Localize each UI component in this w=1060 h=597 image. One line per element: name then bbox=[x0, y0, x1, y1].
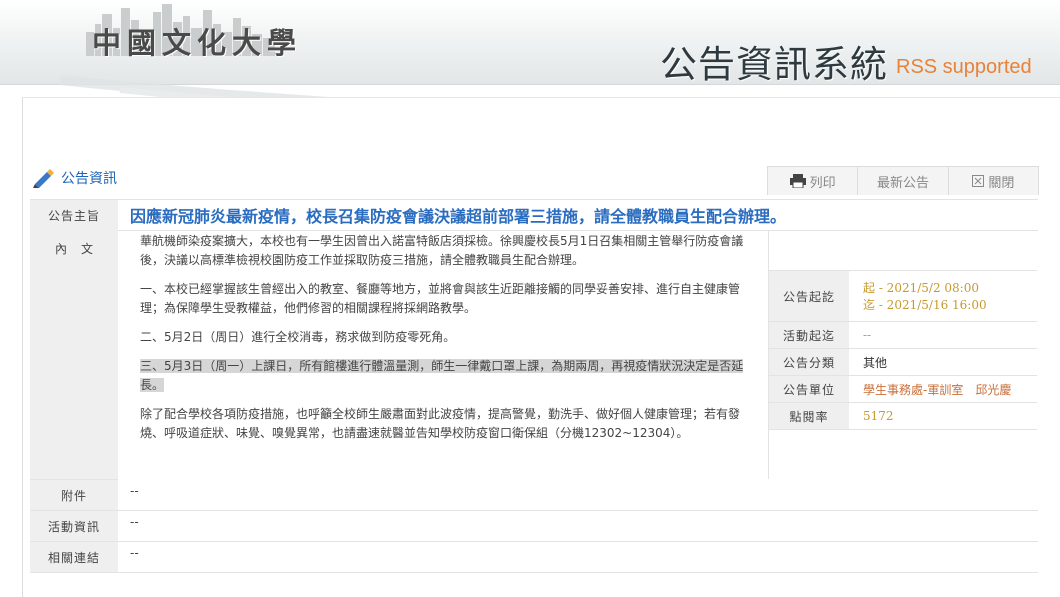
meta-row-activity: 活動起迄 -- bbox=[769, 322, 1037, 349]
close-label: 關閉 bbox=[988, 175, 1015, 191]
announcement-title: 因應新冠肺炎最新疫情，校長召集防疫會議決議超前部署三措施，請全體教職員生配合辦理… bbox=[130, 207, 787, 226]
body-paragraph: 二、5月2日（周日）進行全校消毒，務求做到防疫零死角。 bbox=[140, 330, 456, 344]
print-button[interactable]: 列印 bbox=[768, 167, 857, 195]
activity-info-value: -- bbox=[130, 515, 139, 529]
pencil-icon bbox=[33, 169, 54, 188]
activity-period-value: -- bbox=[863, 328, 872, 342]
meta-row-unit: 公告單位 學生事務處-軍訓室 邱光慶 bbox=[769, 376, 1037, 403]
activity-info-label: 活動資訊 bbox=[30, 511, 118, 541]
topic-label: 公告主旨 bbox=[30, 200, 118, 230]
body-paragraph: 華航機師染疫案擴大，本校也有一學生因曾出入諾富特飯店須採檢。徐興慶校長5月1日召… bbox=[140, 234, 744, 267]
highlighted-text: 三、5月3日（周一）上課日，所有館樓進行體溫量測，師生一律戴口罩上課，為期兩周，… bbox=[140, 359, 744, 392]
announcement-body: 華航機師染疫案擴大，本校也有一學生因曾出入諾富特飯店須採檢。徐興慶校長5月1日召… bbox=[140, 232, 756, 453]
school-name-logo: 中國文化大學 bbox=[92, 26, 303, 60]
content-label: 內文 bbox=[54, 242, 107, 256]
body-paragraph-highlighted: 三、5月3日（周一）上課日，所有館樓進行體溫量測，師生一律戴口罩上課，為期兩周，… bbox=[140, 357, 756, 395]
close-button[interactable]: 關閉 bbox=[947, 167, 1038, 195]
activity-info-row: 活動資訊 -- bbox=[30, 511, 1038, 542]
meta-table: 公告起訖 起 - 2021/5/2 08:00 迄 - 2021/5/16 16… bbox=[769, 270, 1037, 430]
close-box-icon bbox=[972, 175, 985, 187]
meta-row-views: 點閱率 5172 bbox=[769, 403, 1037, 430]
unit-value: 學生事務處-軍訓室 邱光慶 bbox=[863, 382, 1012, 397]
body-paragraph: 除了配合學校各項防疫措施，也呼籲全校師生嚴肅面對此波疫情，提高警覺，勤洗手、做好… bbox=[140, 407, 741, 440]
section-label: 公告資訊 bbox=[61, 171, 117, 187]
print-label: 列印 bbox=[809, 175, 836, 191]
print-icon bbox=[789, 174, 806, 188]
period-start: 起 - 2021/5/2 08:00 bbox=[863, 281, 979, 295]
views-label: 點閱率 bbox=[769, 403, 849, 429]
meta-row-category: 公告分類 其他 bbox=[769, 349, 1037, 376]
content-label-cell: 內文 bbox=[30, 230, 118, 480]
action-bar: 列印 最新公告 關閉 bbox=[767, 166, 1039, 195]
attachments-value: -- bbox=[130, 484, 139, 498]
topic-row: 公告主旨 因應新冠肺炎最新疫情，校長召集防疫會議決議超前部署三措施，請全體教職員… bbox=[30, 199, 1038, 231]
section-header: 公告資訊 bbox=[33, 166, 117, 190]
latest-announcements-label: 最新公告 bbox=[876, 175, 929, 191]
meta-row-period: 公告起訖 起 - 2021/5/2 08:00 迄 - 2021/5/16 16… bbox=[769, 270, 1037, 322]
latest-announcements-button[interactable]: 最新公告 bbox=[857, 167, 947, 195]
attachments-label: 附件 bbox=[30, 480, 118, 510]
related-links-value: -- bbox=[130, 546, 139, 560]
body-paragraph: 一、本校已經掌握該生曾經出入的教室、餐廳等地方，並將會與該生近距離接觸的同學妥善… bbox=[140, 282, 741, 315]
activity-period-label: 活動起迄 bbox=[769, 322, 849, 348]
related-links-label: 相關連結 bbox=[30, 542, 118, 572]
views-count: 5172 bbox=[863, 409, 894, 423]
period-label: 公告起訖 bbox=[769, 271, 849, 321]
attachments-row: 附件 -- bbox=[30, 480, 1038, 511]
period-end: 迄 - 2021/5/16 16:00 bbox=[863, 298, 987, 312]
related-links-row: 相關連結 -- bbox=[30, 542, 1038, 573]
unit-label: 公告單位 bbox=[769, 376, 849, 402]
category-label: 公告分類 bbox=[769, 349, 849, 375]
category-value: 其他 bbox=[863, 355, 888, 370]
